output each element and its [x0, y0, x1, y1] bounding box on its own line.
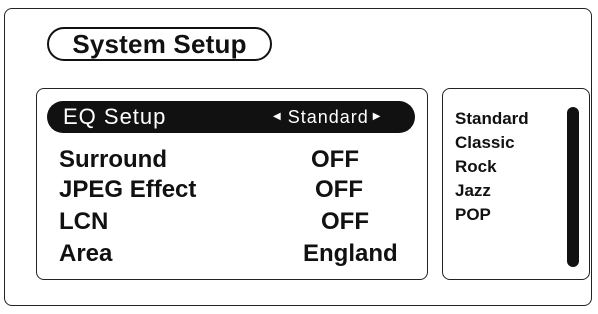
eq-value-selector[interactable]: ◀ Standard ▶	[273, 101, 381, 133]
menu-item-value: OFF	[311, 146, 359, 173]
option-classic[interactable]: Classic	[455, 133, 515, 153]
scrollbar[interactable]	[567, 107, 579, 267]
page-title: System Setup	[47, 27, 272, 61]
arrow-left-icon[interactable]: ◀	[273, 101, 282, 133]
menu-item-label: Surround	[59, 146, 167, 173]
menu-item-value: Standard	[287, 107, 369, 127]
menu-item-area[interactable]: Area England	[37, 239, 427, 269]
eq-options-list: Standard Classic Rock Jazz POP	[442, 88, 590, 280]
option-pop[interactable]: POP	[455, 205, 491, 225]
menu-item-label: EQ Setup	[63, 104, 167, 129]
settings-menu: EQ Setup ◀ Standard ▶ Surround OFF JPEG …	[36, 88, 428, 280]
menu-item-surround[interactable]: Surround OFF	[37, 145, 427, 175]
menu-item-label: JPEG Effect	[59, 176, 197, 203]
arrow-right-icon[interactable]: ▶	[373, 101, 382, 133]
option-standard[interactable]: Standard	[455, 109, 529, 129]
option-rock[interactable]: Rock	[455, 157, 497, 177]
page-title-text: System Setup	[72, 28, 247, 59]
menu-item-value: OFF	[321, 208, 369, 235]
menu-item-label: Area	[59, 240, 113, 267]
option-jazz[interactable]: Jazz	[455, 181, 491, 201]
menu-item-value: England	[303, 240, 398, 267]
menu-item-jpeg-effect[interactable]: JPEG Effect OFF	[37, 175, 427, 205]
menu-item-label: LCN	[59, 208, 109, 235]
menu-item-value: OFF	[315, 176, 363, 203]
menu-item-eq-setup[interactable]: EQ Setup ◀ Standard ▶	[47, 101, 415, 133]
menu-item-lcn[interactable]: LCN OFF	[37, 207, 427, 237]
